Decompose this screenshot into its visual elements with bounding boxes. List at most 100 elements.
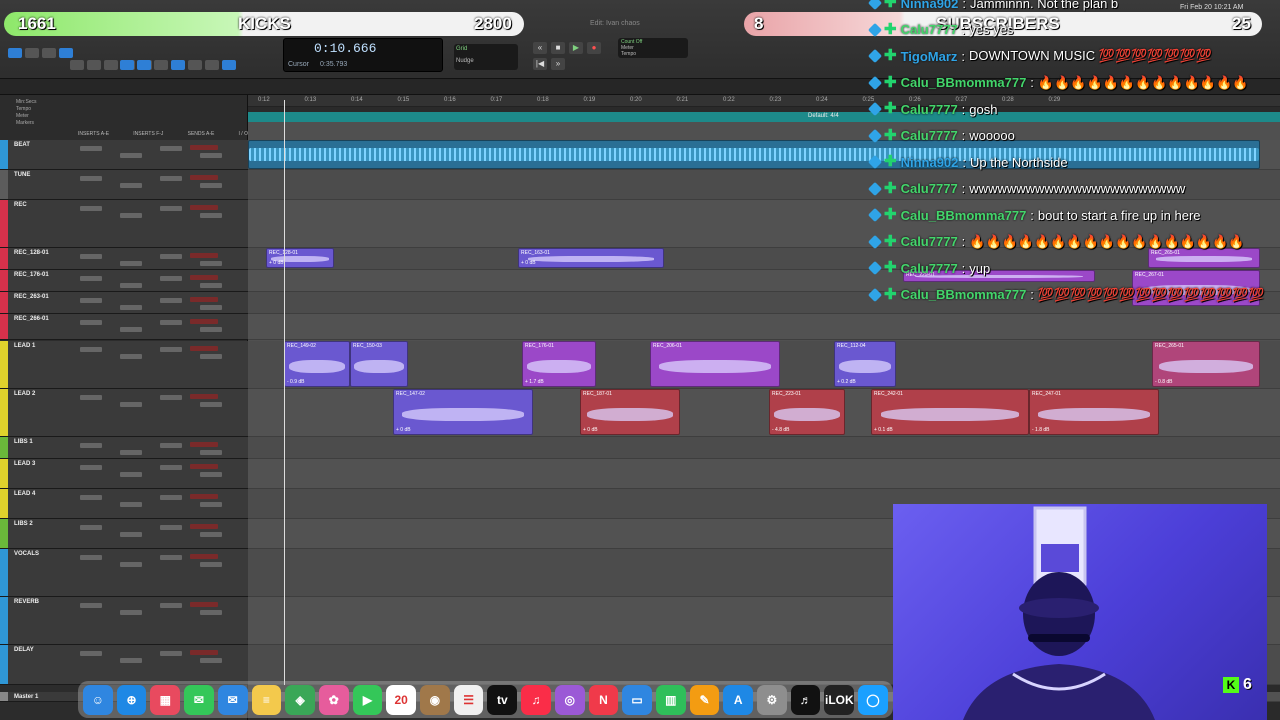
beat-clip[interactable] (248, 140, 1260, 169)
insert-slot[interactable] (120, 283, 142, 288)
insert-slot[interactable] (200, 283, 222, 288)
chat-username[interactable]: Calu7777 (901, 102, 958, 117)
audio-clip[interactable]: REC_128-01+ 0 dB (266, 248, 334, 268)
insert-slot[interactable] (80, 495, 102, 500)
insert-slot[interactable] (160, 276, 182, 281)
insert-slot[interactable] (160, 443, 182, 448)
insert-slot[interactable] (200, 327, 222, 332)
news-dock-icon[interactable]: N (588, 684, 619, 715)
insert-slot[interactable] (160, 254, 182, 259)
main-counter[interactable]: 0:10.666 Cursor 0:35.793 (283, 38, 443, 72)
insert-slot[interactable] (80, 395, 102, 400)
insert-slot[interactable] (200, 610, 222, 615)
insert-slot[interactable] (160, 555, 182, 560)
audio-clip[interactable]: REC_223-01 - 4.8 dB (769, 389, 845, 435)
track-name[interactable]: REVERB (14, 599, 39, 605)
track-header[interactable]: LEAD 4 (0, 489, 248, 519)
insert-slot[interactable] (200, 261, 222, 266)
track-header[interactable]: REC_263-01 (0, 292, 248, 314)
audio-clip[interactable]: REC_247-01 - 1.8 dB (1029, 389, 1159, 435)
insert-slot[interactable] (160, 298, 182, 303)
chat-username[interactable]: Calu7777 (901, 22, 958, 37)
maps-dock-icon[interactable]: ◈ (285, 684, 315, 715)
track-header[interactable]: LIBS 2 (0, 519, 248, 549)
pages-dock-icon[interactable]: ✎ (689, 684, 720, 715)
track-name[interactable]: LEAD 3 (14, 461, 35, 467)
io-slot[interactable] (190, 442, 218, 447)
insert-slot[interactable] (80, 276, 102, 281)
messages-dock-icon[interactable]: ✉ (184, 684, 214, 715)
track-header[interactable]: VOCALS (0, 549, 248, 597)
insert-slot[interactable] (120, 261, 142, 266)
insert-slot[interactable] (200, 532, 222, 537)
timeline-ruler[interactable]: 0:12 0:13 0:14 0:15 0:16 0:17 0:18 0:19 0:20 0:21… (248, 95, 1280, 107)
scrubber-tool[interactable] (188, 60, 202, 70)
track-header[interactable]: LEAD 1 (0, 341, 248, 389)
audio-clip[interactable]: REC_112-04 + 0.2 dB (834, 341, 896, 387)
insert-slot[interactable] (120, 562, 142, 567)
insert-slot[interactable] (160, 495, 182, 500)
insert-slot[interactable] (160, 603, 182, 608)
chat-username[interactable]: TigoMarz (901, 49, 958, 64)
track-name[interactable]: REC_263-01 (14, 294, 49, 300)
chat-username[interactable]: Calu7777 (901, 261, 958, 276)
record-button[interactable]: ● (587, 42, 601, 54)
insert-slot[interactable] (80, 146, 102, 151)
audio-clip[interactable]: REC_176-01 + 1.7 dB (522, 341, 596, 387)
track-header[interactable]: LEAD 3 (0, 459, 248, 489)
io-slot[interactable] (190, 145, 218, 150)
insert-slot[interactable] (80, 254, 102, 259)
tempo-meter-panel[interactable]: Count Off Meter Tempo (618, 38, 688, 58)
track-lane[interactable] (248, 314, 1280, 340)
insert-slot[interactable] (200, 213, 222, 218)
track-header[interactable]: REC (0, 200, 248, 248)
insert-slot[interactable] (160, 347, 182, 352)
audio-clip[interactable]: REC_150-03 (350, 341, 408, 387)
audio-clip[interactable]: REC_163-01 + 0 dB (518, 248, 664, 268)
trim-tool[interactable] (137, 60, 151, 70)
insert-slot[interactable] (80, 347, 102, 352)
chat-username[interactable]: Ninna902 (901, 155, 959, 170)
insert-slot[interactable] (160, 176, 182, 181)
track-name[interactable]: REC_266-01 (14, 316, 49, 322)
track-name[interactable]: LEAD 1 (14, 343, 35, 349)
insert-slot[interactable] (80, 555, 102, 560)
track-name[interactable]: REC_176-01 (14, 272, 49, 278)
track-name[interactable]: LIBS 2 (14, 521, 33, 527)
io-slot[interactable] (190, 205, 218, 210)
edit-tools[interactable] (120, 56, 236, 74)
io-slot[interactable] (190, 346, 218, 351)
insert-slot[interactable] (120, 153, 142, 158)
insert-slot[interactable] (120, 502, 142, 507)
audio-clip[interactable]: REC_147-02 + 0 dB (393, 389, 533, 435)
insert-slot[interactable] (80, 603, 102, 608)
grabber-tool[interactable] (171, 60, 185, 70)
track-lane[interactable] (248, 459, 1280, 489)
insert-slot[interactable] (200, 153, 222, 158)
track-name[interactable]: Master 1 (14, 694, 38, 700)
selector-tool[interactable] (154, 60, 168, 70)
track-name[interactable]: BEAT (14, 142, 30, 148)
insert-slot[interactable] (120, 354, 142, 359)
insert-slot[interactable] (120, 305, 142, 310)
marker-ruler[interactable]: Default: 4/4 (248, 112, 1280, 122)
slip-mode-button[interactable] (42, 48, 56, 58)
track-header[interactable]: REC_128-01 (0, 248, 248, 270)
chat-username[interactable]: Calu_BBmomma777 (901, 287, 1027, 302)
track-name[interactable]: LIBS 1 (14, 439, 33, 445)
chat-username[interactable]: Calu_BBmomma777 (901, 75, 1027, 90)
chat-username[interactable]: Calu7777 (901, 234, 958, 249)
io-slot[interactable] (190, 253, 218, 258)
track-name[interactable]: VOCALS (14, 551, 39, 557)
track-header[interactable]: REC_176-01 (0, 270, 248, 292)
smart-tool[interactable] (222, 60, 236, 70)
notes-dock-icon[interactable]: ≡ (251, 684, 282, 715)
insert-slot[interactable] (200, 354, 222, 359)
io-slot[interactable] (190, 494, 218, 499)
insert-slot[interactable] (120, 658, 142, 663)
rewind-button[interactable]: « (533, 42, 547, 54)
track-header[interactable]: TUNE (0, 170, 248, 200)
zoom-2-button[interactable] (87, 60, 101, 70)
insert-slot[interactable] (200, 305, 222, 310)
insert-slot[interactable] (200, 472, 222, 477)
